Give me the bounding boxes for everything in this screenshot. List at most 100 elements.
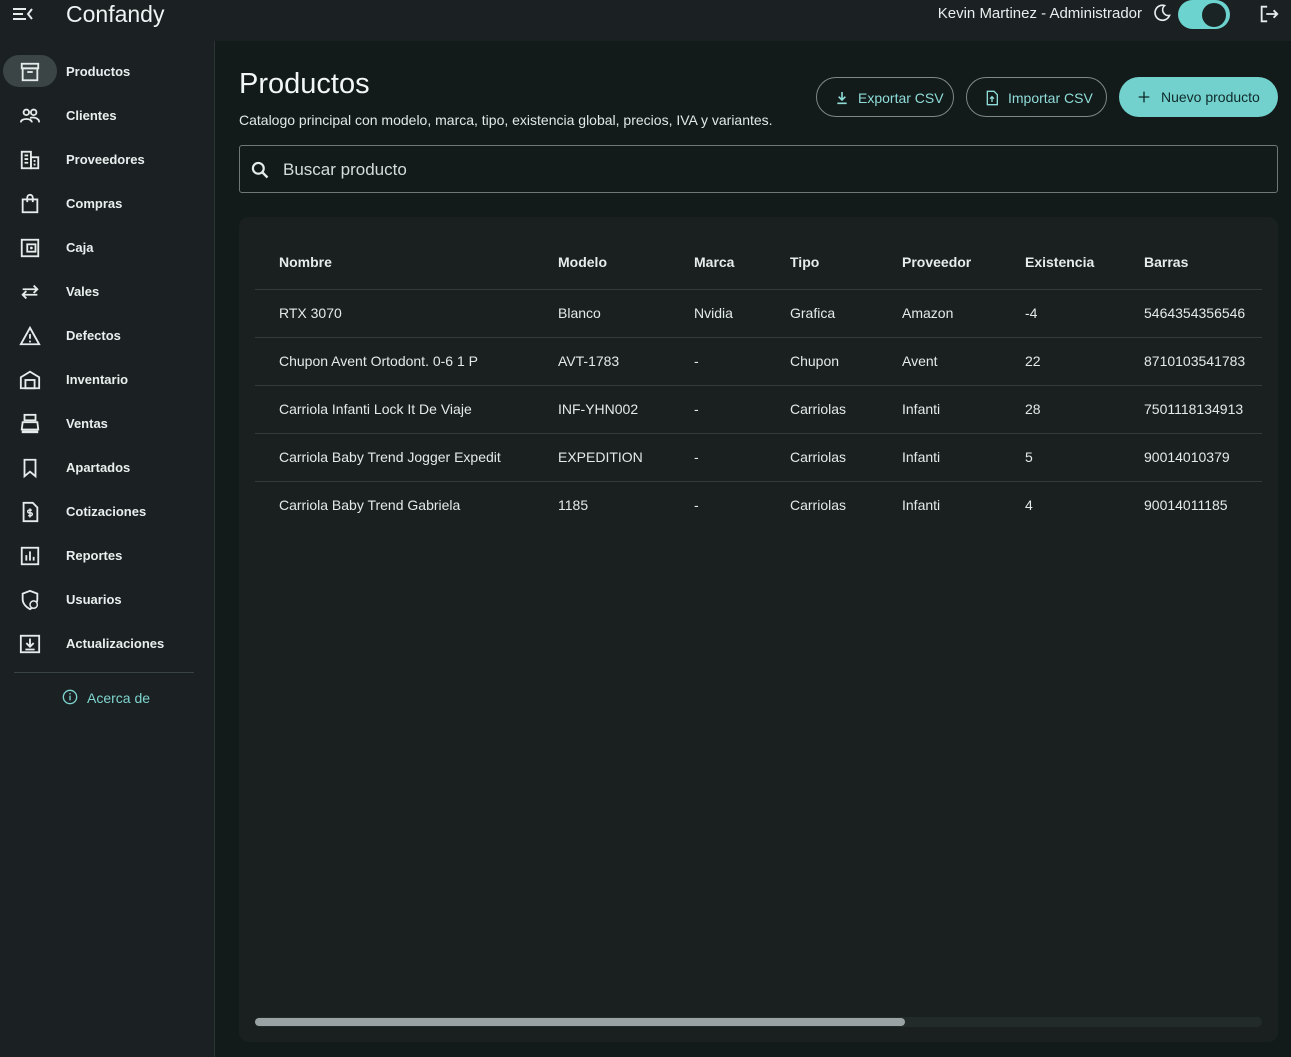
table-cell: -4	[1025, 289, 1144, 338]
warehouse-icon	[19, 370, 41, 390]
sidebar-item-reportes[interactable]: Reportes	[0, 533, 214, 577]
sidebar-item-label: Vales	[66, 284, 100, 299]
table-cell: -	[694, 385, 790, 434]
sidebar-item-label: Ventas	[66, 416, 108, 431]
table-cell: RTX 3070	[255, 289, 558, 338]
table-cell: Amazon	[902, 289, 1025, 338]
table-cell: 1185	[558, 497, 589, 514]
column-header[interactable]: Modelo	[558, 217, 694, 290]
sidebar-item-defectos[interactable]: Defectos	[0, 313, 214, 357]
table-cell: Carriola Baby Trend Gabriela	[279, 497, 461, 514]
sidebar-item-compras[interactable]: Compras	[0, 181, 214, 225]
sidebar-item-label: Usuarios	[66, 592, 122, 607]
search-field[interactable]	[239, 145, 1278, 193]
plus-icon	[1138, 91, 1150, 103]
table-cell: Infanti	[902, 497, 941, 514]
table-row[interactable]: Chupon Avent Ortodont. 0-6 1 P AVT-1783 …	[255, 337, 1262, 386]
info-icon	[62, 689, 78, 705]
table-cell: 90014010379	[1144, 433, 1262, 482]
table-cell: Carriola Baby Trend Jogger Expedit	[255, 433, 558, 482]
sidebar-item-label: Actualizaciones	[66, 636, 165, 651]
table-cell: 5464354356546	[1144, 289, 1262, 338]
sidebar-item-ventas[interactable]: Ventas	[0, 401, 214, 445]
logout-icon[interactable]	[1258, 3, 1280, 25]
column-header[interactable]: Existencia	[1025, 217, 1144, 290]
new-product-button[interactable]: Nuevo producto	[1119, 77, 1278, 117]
sidebar-item-label: Productos	[66, 64, 131, 79]
page-title: Productos	[239, 68, 370, 100]
table-row[interactable]: Carriola Infanti Lock It De Viaje INF-YH…	[255, 385, 1262, 434]
sidebar-item-clientes[interactable]: Clientes	[0, 93, 214, 137]
sidebar-item-label: Defectos	[66, 328, 121, 343]
sidebar-item-cotizaciones[interactable]: Cotizaciones	[0, 489, 214, 533]
table-cell: Nvidia	[694, 289, 790, 338]
sidebar-item-label: Inventario	[66, 372, 129, 387]
sidebar-item-vales[interactable]: Vales	[0, 269, 214, 313]
column-header[interactable]: Marca	[694, 217, 790, 290]
sidebar-item-label: Reportes	[66, 548, 123, 563]
sidebar-item-apartados[interactable]: Apartados	[0, 445, 214, 489]
search-icon	[251, 161, 269, 179]
bookmark-icon	[23, 458, 37, 479]
table-cell: Avent	[902, 337, 1025, 386]
page-subtitle: Catalogo principal con modelo, marca, ti…	[239, 112, 773, 128]
moon-icon	[1154, 4, 1171, 22]
column-header[interactable]: Proveedor	[902, 217, 1025, 290]
bar-chart-icon	[20, 546, 40, 566]
table-cell: 22	[1025, 337, 1144, 386]
warning-triangle-icon	[19, 325, 41, 346]
table-cell: Chupon Avent Ortodont. 0-6 1 P	[255, 337, 558, 386]
table-cell: Carriolas	[790, 385, 902, 434]
table-cell: -	[694, 433, 790, 482]
sidebar-item-label: Cotizaciones	[66, 504, 147, 519]
search-input[interactable]	[283, 158, 1263, 182]
products-table: Nombre Modelo Marca Tipo Proveedor Exist…	[255, 217, 1262, 529]
table-cell: Carriolas	[790, 497, 847, 514]
import-csv-button[interactable]: Importar CSV	[966, 77, 1107, 117]
table-cell: -	[694, 497, 699, 514]
sidebar-item-usuarios[interactable]: Usuarios	[0, 577, 214, 621]
table-cell: -	[694, 337, 790, 386]
table-cell: Carriolas	[790, 433, 902, 482]
new-product-label: Nuevo producto	[1161, 89, 1260, 105]
sidebar-item-proveedores[interactable]: Proveedores	[0, 137, 214, 181]
sidebar-item-label: Proveedores	[66, 152, 145, 167]
import-csv-label: Importar CSV	[1008, 90, 1093, 106]
sidebar-item-caja[interactable]: Caja	[0, 225, 214, 269]
table-row[interactable]: Carriola Baby Trend Gabriela 1185 - Carr…	[255, 481, 1262, 529]
swap-arrows-icon	[21, 284, 39, 300]
column-header[interactable]: Tipo	[790, 217, 902, 290]
table-cell: Infanti	[902, 433, 1025, 482]
table-cell: Chupon	[790, 337, 902, 386]
table-row[interactable]: RTX 3070 Blanco Nvidia Grafica Amazon -4…	[255, 289, 1262, 338]
sidebar-item-label: Apartados	[66, 460, 131, 475]
shopping-bag-icon	[21, 193, 39, 214]
cash-register-icon	[20, 238, 40, 258]
scrollbar-thumb[interactable]	[255, 1018, 905, 1026]
app-title: Confandy	[66, 1, 165, 27]
building-icon	[20, 150, 40, 170]
table-row[interactable]: Carriola Baby Trend Jogger Expedit EXPED…	[255, 433, 1262, 482]
sidebar-item-actualizaciones[interactable]: Actualizaciones	[0, 621, 214, 665]
table-cell: AVT-1783	[558, 337, 694, 386]
sidebar-item-productos[interactable]: Productos	[0, 49, 214, 93]
export-csv-button[interactable]: Exportar CSV	[816, 77, 954, 117]
table-cell: 5	[1025, 433, 1144, 482]
download-box-icon	[19, 634, 41, 654]
point-of-sale-icon	[20, 413, 40, 434]
sidebar: Productos Clientes Proveedores Compras C…	[0, 41, 215, 1057]
sidebar-item-label: Compras	[66, 196, 123, 211]
sidebar-item-inventario[interactable]: Inventario	[0, 357, 214, 401]
sidebar-item-label: Caja	[66, 240, 94, 255]
shield-user-icon	[21, 589, 39, 611]
menu-collapse-icon[interactable]	[12, 5, 34, 23]
column-header[interactable]: Nombre	[255, 217, 558, 290]
table-cell: INF-YHN002	[558, 385, 694, 434]
download-icon	[837, 92, 847, 105]
column-header[interactable]: Barras	[1144, 217, 1262, 290]
export-csv-label: Exportar CSV	[858, 90, 944, 106]
horizontal-scrollbar[interactable]	[255, 1017, 1262, 1027]
theme-toggle[interactable]	[1178, 0, 1230, 29]
table-cell: Carriola Infanti Lock It De Viaje	[255, 385, 558, 434]
table-cell: Infanti	[902, 385, 1025, 434]
